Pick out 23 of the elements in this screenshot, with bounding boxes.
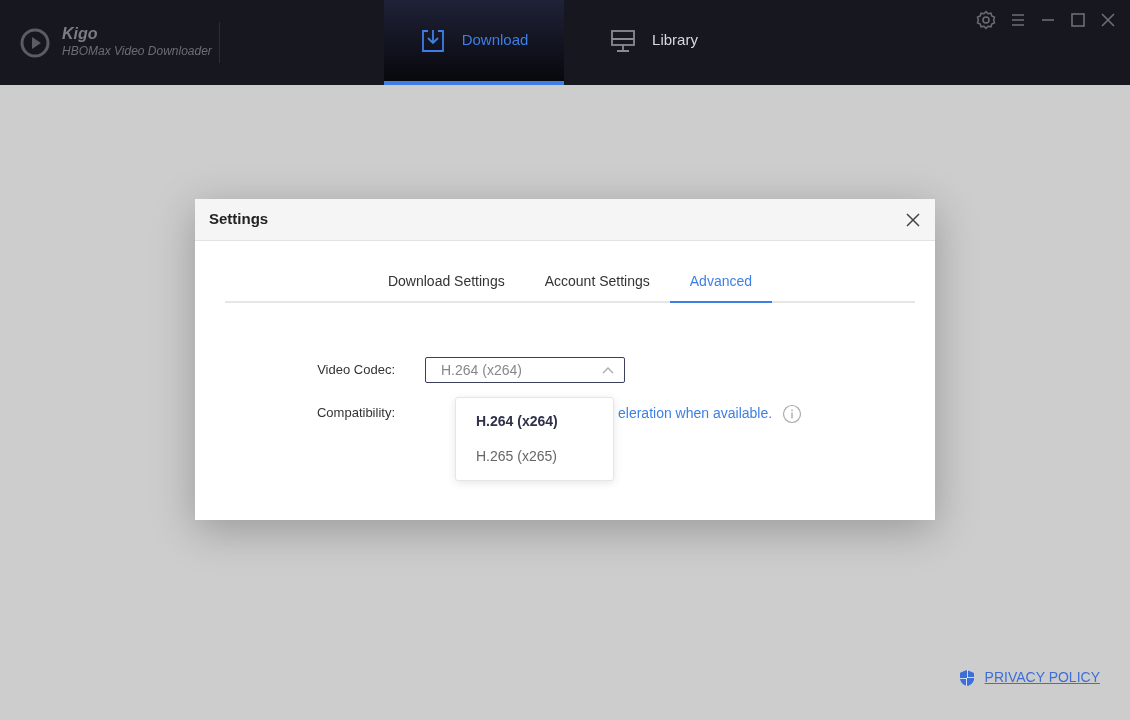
settings-tab[interactable]: Download Settings (367, 265, 525, 303)
compatibility-text: eleration when available. (618, 403, 773, 423)
field-label: Video Codec: (316, 361, 396, 380)
field-label: Compatibility: (315, 404, 396, 423)
caret-icon (602, 366, 614, 374)
close-icon[interactable] (905, 211, 921, 228)
maximize-icon[interactable] (1070, 10, 1086, 30)
shield-icon (958, 668, 975, 687)
download-icon (419, 27, 446, 54)
dropdown-option[interactable]: H.264 (x264) (456, 404, 613, 439)
settings-tab[interactable]: Account Settings (524, 265, 670, 303)
dropdown-option[interactable]: H.265 (x265) (456, 439, 613, 474)
dialog-title: Settings (209, 209, 269, 230)
settings-tab[interactable]: Advanced (669, 265, 773, 303)
app-name: Kigo (62, 24, 99, 43)
app-subtitle: HBOMax Video Downloader (62, 43, 212, 61)
play-logo-icon (20, 27, 50, 58)
codec-dropdown[interactable]: H.264 (x264) (425, 357, 625, 383)
nav-tab[interactable]: Download (384, 0, 564, 85)
info-icon[interactable] (782, 403, 803, 424)
nav-tab[interactable]: Library (564, 0, 744, 85)
monitor-icon (610, 27, 637, 54)
settings-icon[interactable] (976, 10, 996, 30)
